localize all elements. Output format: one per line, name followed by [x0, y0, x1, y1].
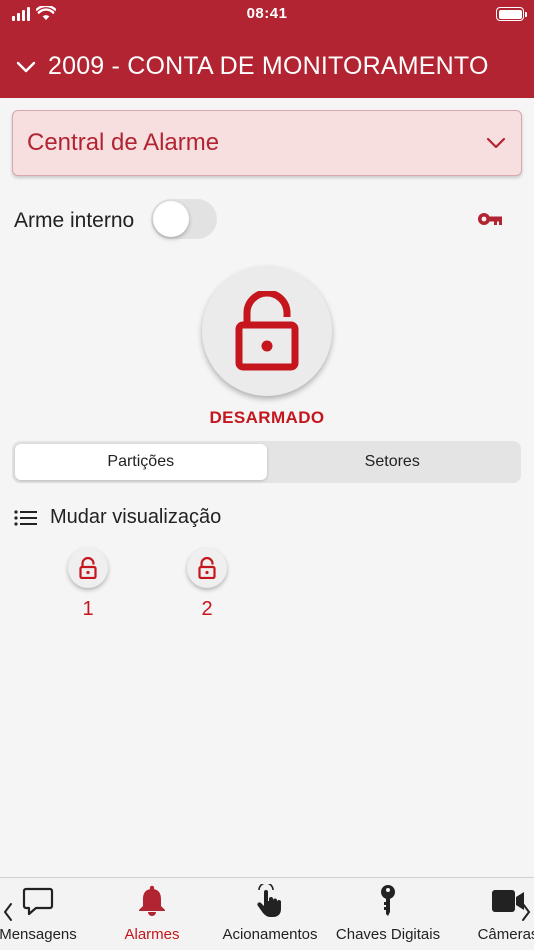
arm-disarm-button[interactable]	[202, 266, 332, 396]
chat-bubble-icon	[22, 887, 54, 916]
unlocked-padlock-icon	[198, 557, 216, 579]
status-time: 08:41	[246, 5, 288, 22]
tab-partitions[interactable]: Partições	[15, 444, 267, 480]
battery-icon	[496, 7, 527, 21]
partition-button[interactable]	[187, 548, 227, 588]
tab-alarmes[interactable]: Alarmes	[112, 878, 192, 950]
bottom-tab-bar: Mensagens Alarmes Acionamentos Chaves Di…	[0, 877, 534, 950]
hand-pointer-icon	[257, 884, 281, 917]
chevron-down-icon	[16, 61, 36, 72]
central-selected-value: Central de Alarme	[27, 129, 220, 156]
central-dropdown[interactable]: Central de Alarme	[12, 110, 522, 176]
key-icon[interactable]	[476, 209, 504, 229]
bell-icon	[139, 885, 165, 916]
chevron-down-icon	[486, 137, 506, 149]
tab-label: Câmeras	[477, 926, 534, 943]
toggle-knob	[153, 201, 189, 237]
scroll-right-icon[interactable]	[520, 900, 532, 924]
view-segmented-control: Partições Setores	[12, 441, 521, 483]
status-bar: 08:41	[0, 0, 534, 28]
app-header: 08:41 2009 - CONTA DE MONITORAMENTO	[0, 0, 534, 98]
key-icon	[381, 885, 395, 916]
arme-interno-row: Arme interno	[14, 199, 520, 241]
tab-label: Mensagens	[0, 926, 77, 943]
tab-label: Alarmes	[124, 926, 180, 943]
account-selector[interactable]: 2009 - CONTA DE MONITORAMENTO	[16, 52, 489, 81]
tab-mensagens[interactable]: Mensagens	[0, 878, 82, 950]
tab-sectors[interactable]: Setores	[267, 444, 519, 480]
partition-button[interactable]	[68, 548, 108, 588]
tab-chaves-digitais[interactable]: Chaves Digitais	[329, 878, 447, 950]
unlocked-padlock-icon	[79, 557, 97, 579]
arme-interno-toggle[interactable]	[151, 199, 217, 239]
partition-number: 1	[82, 598, 94, 620]
partition-item[interactable]: 2	[187, 548, 227, 621]
tab-label: Acionamentos	[222, 926, 318, 943]
change-view-label: Mudar visualização	[50, 506, 222, 528]
alarm-state-label: DESARMADO	[209, 408, 325, 427]
tab-label: Chaves Digitais	[335, 926, 441, 943]
unlocked-padlock-icon	[235, 291, 299, 371]
tab-acionamentos[interactable]: Acionamentos	[214, 878, 326, 950]
account-title: 2009 - CONTA DE MONITORAMENTO	[48, 52, 489, 80]
partition-item[interactable]: 1	[68, 548, 108, 621]
arme-interno-label: Arme interno	[14, 209, 135, 232]
list-icon	[14, 509, 37, 526]
change-view-button[interactable]: Mudar visualização	[14, 506, 221, 529]
partition-number: 2	[201, 598, 213, 620]
